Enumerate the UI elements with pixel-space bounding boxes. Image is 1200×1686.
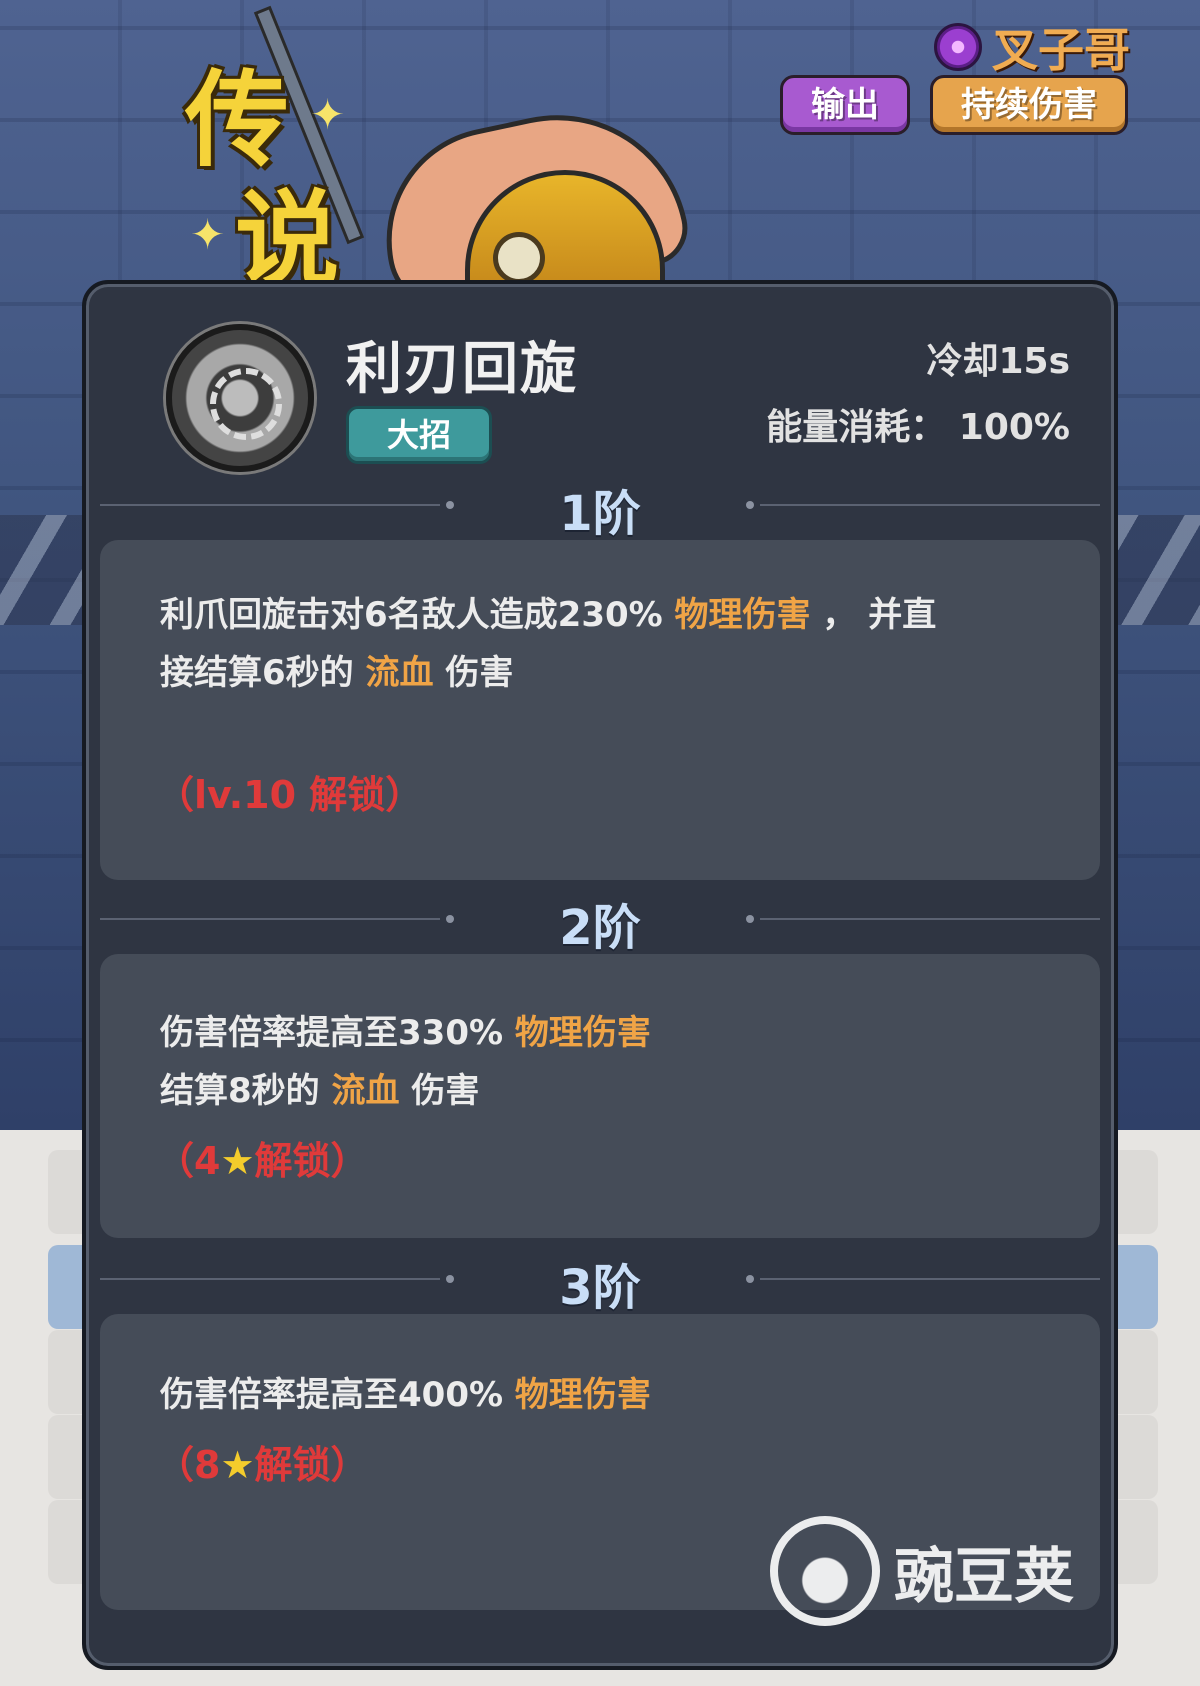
keyword-physical-damage: 物理伤害 bbox=[674, 595, 811, 635]
unlock-requirement: （8★解锁） bbox=[156, 1434, 369, 1489]
hero-name: 叉子哥 bbox=[992, 23, 1130, 77]
unlock-stars-count: （8 bbox=[156, 1443, 221, 1487]
skill-energy-cost: 能量消耗： 100% bbox=[766, 407, 1070, 448]
desc-text: 伤害 bbox=[445, 653, 514, 693]
divider-dot bbox=[746, 915, 754, 923]
divider-dot bbox=[746, 501, 754, 509]
divider bbox=[760, 1278, 1100, 1280]
stage-title: 3阶 bbox=[559, 1260, 641, 1316]
star-icon: ★ bbox=[220, 1139, 255, 1183]
desc-text: 接结算6秒的 bbox=[160, 653, 354, 693]
skill-blade-spin-icon bbox=[166, 324, 314, 472]
unlock-requirement: （lv.10 解锁） bbox=[156, 773, 424, 817]
skill-cooldown: 冷却15s bbox=[926, 341, 1070, 382]
tag-output: 输出 bbox=[780, 75, 910, 135]
desc-text: 伤害倍率提高至400% bbox=[160, 1375, 504, 1415]
divider bbox=[760, 918, 1100, 920]
stage-2-card: 伤害倍率提高至330% 物理伤害 结算8秒的 流血 伤害 （4★解锁） bbox=[100, 954, 1100, 1238]
skill-name: 利刃回旋 bbox=[346, 337, 578, 402]
hero-tags: 输出 持续伤害 bbox=[780, 75, 1128, 135]
desc-text: 结算8秒的 bbox=[160, 1071, 320, 1111]
divider bbox=[760, 504, 1100, 506]
stage-3-header: 3阶 bbox=[100, 1248, 1100, 1316]
stage-description: 伤害倍率提高至330% 物理伤害 结算8秒的 流血 伤害 bbox=[160, 1004, 1040, 1120]
divider-dot bbox=[746, 1275, 754, 1283]
desc-text: 伤害倍率提高至330% bbox=[160, 1013, 504, 1053]
stage-2-header: 2阶 bbox=[100, 888, 1100, 956]
keyword-physical-damage: 物理伤害 bbox=[514, 1013, 651, 1053]
unlock-label: 解锁） bbox=[254, 1139, 369, 1183]
skill-detail-popup[interactable]: 利刃回旋 大招 冷却15s 能量消耗： 100% 1阶 利爪回旋击对6名敌人造成… bbox=[82, 280, 1118, 1670]
keyword-bleed: 流血 bbox=[331, 1071, 400, 1111]
stage-1-header: 1阶 bbox=[100, 474, 1100, 542]
unlock-requirement: （4★解锁） bbox=[156, 1130, 369, 1185]
desc-text: 利爪回旋击对6名敌人造成230% bbox=[160, 595, 663, 635]
skill-type-badge: 大招 bbox=[346, 406, 492, 464]
tag-dot: 持续伤害 bbox=[930, 75, 1128, 135]
hero-name-header: 叉子哥 bbox=[934, 14, 1130, 80]
keyword-bleed: 流血 bbox=[365, 653, 434, 693]
stage-title: 1阶 bbox=[559, 486, 641, 542]
pea-pod-logo-icon bbox=[770, 1516, 880, 1626]
helmet-lamp bbox=[493, 232, 545, 284]
keyword-physical-damage: 物理伤害 bbox=[514, 1375, 651, 1415]
star-icon: ★ bbox=[220, 1443, 255, 1487]
stage-1-card: 利爪回旋击对6名敌人造成230% 物理伤害 ， 并直 接结算6秒的 流血 伤害 … bbox=[100, 540, 1100, 880]
sparkle-icon: ✦ bbox=[190, 210, 226, 259]
desc-text: ， 并直 bbox=[822, 595, 937, 635]
stage-description: 伤害倍率提高至400% 物理伤害 bbox=[160, 1366, 1040, 1424]
sparkle-icon: ✦ bbox=[310, 90, 346, 139]
unlock-stars-count: （4 bbox=[156, 1139, 221, 1183]
desc-text: 伤害 bbox=[411, 1071, 480, 1111]
unlock-label: 解锁） bbox=[254, 1443, 369, 1487]
stage-title: 2阶 bbox=[559, 900, 641, 956]
rarity-badge: 传 说 ✦ ✦ bbox=[185, 35, 375, 301]
watermark-text: 豌豆荚 bbox=[894, 1541, 1074, 1612]
class-emblem-icon bbox=[934, 23, 982, 71]
watermark: 豌豆荚 bbox=[770, 1516, 1074, 1626]
stage-description: 利爪回旋击对6名敌人造成230% 物理伤害 ， 并直 接结算6秒的 流血 伤害 bbox=[160, 586, 1040, 702]
